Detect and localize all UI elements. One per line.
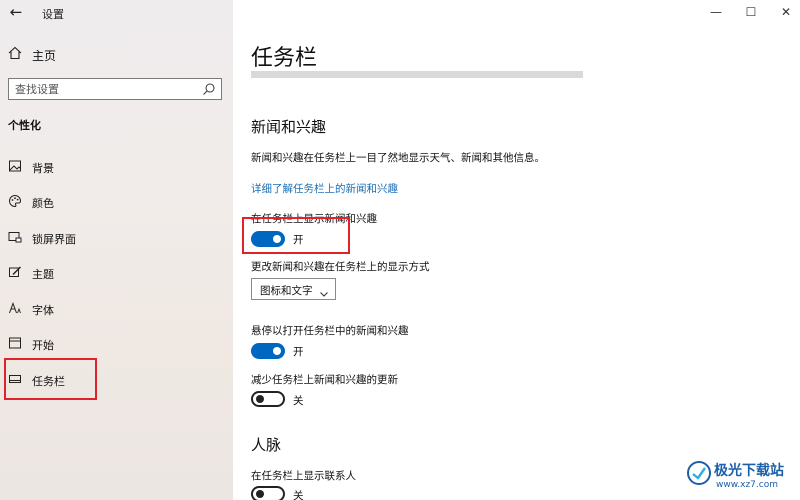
toggle-knob bbox=[256, 395, 264, 403]
sidebar-item-colors[interactable]: 颜色 bbox=[0, 188, 233, 216]
taskbar-preview-strip bbox=[251, 71, 583, 78]
hover-open-toggle[interactable] bbox=[251, 343, 285, 359]
hover-open-label: 悬停以打开任务栏中的新闻和兴趣 bbox=[251, 325, 409, 337]
watermark-url: www.xz7.com bbox=[716, 480, 778, 490]
toggle-knob bbox=[256, 490, 264, 498]
font-icon bbox=[7, 301, 23, 317]
home-icon bbox=[8, 46, 24, 62]
maximize-icon[interactable]: ☐ bbox=[741, 4, 761, 20]
toggle-knob bbox=[273, 347, 281, 355]
watermark-name: 极光下载站 bbox=[714, 463, 784, 479]
dropdown-value: 图标和文字 bbox=[260, 285, 313, 297]
sidebar-item-themes[interactable]: 主题 bbox=[0, 259, 233, 287]
section-heading-news: 新闻和兴趣 bbox=[251, 118, 327, 136]
minimize-icon[interactable]: — bbox=[706, 4, 726, 20]
show-contacts-toggle[interactable] bbox=[251, 486, 285, 500]
highlight-box-toggle bbox=[242, 217, 350, 254]
sidebar-item-home[interactable]: 主页 bbox=[0, 44, 233, 66]
reduce-updates-label: 减少任务栏上新闻和兴趣的更新 bbox=[251, 374, 398, 386]
palette-icon bbox=[7, 194, 23, 210]
search-input[interactable] bbox=[15, 81, 201, 97]
sidebar-item-fonts[interactable]: 字体 bbox=[0, 295, 233, 323]
sidebar-item-label: 主页 bbox=[32, 49, 57, 63]
main-content: — ☐ ✕ 任务栏 新闻和兴趣 新闻和兴趣在任务栏上一目了然地显示天气、新闻和其… bbox=[233, 0, 800, 500]
page-title: 任务栏 bbox=[251, 46, 318, 71]
sidebar: ← 设置 主页 个性化 背景 颜色 锁屏界面 主 bbox=[0, 0, 233, 500]
watermark: 极光下载站 www.xz7.com bbox=[686, 458, 796, 498]
learn-more-link[interactable]: 详细了解任务栏上的新闻和兴趣 bbox=[251, 181, 398, 196]
toggle-state-label: 关 bbox=[293, 395, 304, 407]
display-mode-dropdown[interactable]: 图标和文字 bbox=[251, 278, 336, 300]
display-mode-label: 更改新闻和兴趣在任务栏上的显示方式 bbox=[251, 261, 430, 273]
sidebar-item-label: 字体 bbox=[32, 304, 54, 317]
reduce-updates-toggle[interactable] bbox=[251, 391, 285, 407]
sidebar-item-lock-screen[interactable]: 锁屏界面 bbox=[0, 224, 233, 252]
sidebar-item-label: 背景 bbox=[32, 162, 54, 175]
news-description: 新闻和兴趣在任务栏上一目了然地显示天气、新闻和其他信息。 bbox=[251, 152, 545, 164]
sidebar-item-label: 开始 bbox=[32, 339, 54, 352]
theme-brush-icon bbox=[7, 265, 23, 281]
picture-icon bbox=[7, 159, 23, 175]
sidebar-item-label: 锁屏界面 bbox=[32, 233, 76, 246]
search-icon[interactable] bbox=[202, 81, 216, 95]
toggle-state-label: 关 bbox=[293, 490, 304, 500]
title-bar: ← 设置 bbox=[0, 0, 233, 26]
toggle-state-label: 开 bbox=[293, 346, 304, 358]
back-arrow-icon[interactable]: ← bbox=[6, 2, 26, 22]
app-title: 设置 bbox=[42, 8, 64, 21]
watermark-logo-icon bbox=[686, 460, 712, 486]
section-heading-people: 人脉 bbox=[251, 436, 282, 454]
lock-screen-icon bbox=[7, 230, 23, 246]
close-icon[interactable]: ✕ bbox=[776, 4, 796, 20]
sidebar-item-background[interactable]: 背景 bbox=[0, 153, 233, 181]
show-contacts-label: 在任务栏上显示联系人 bbox=[251, 470, 356, 482]
sidebar-item-label: 颜色 bbox=[32, 197, 54, 210]
start-icon bbox=[7, 336, 23, 352]
section-heading: 个性化 bbox=[8, 119, 41, 132]
search-box[interactable] bbox=[8, 78, 222, 100]
sidebar-item-label: 主题 bbox=[32, 268, 54, 281]
sidebar-item-start[interactable]: 开始 bbox=[0, 330, 233, 358]
highlight-box-taskbar bbox=[4, 358, 97, 400]
chevron-down-icon bbox=[319, 284, 329, 297]
